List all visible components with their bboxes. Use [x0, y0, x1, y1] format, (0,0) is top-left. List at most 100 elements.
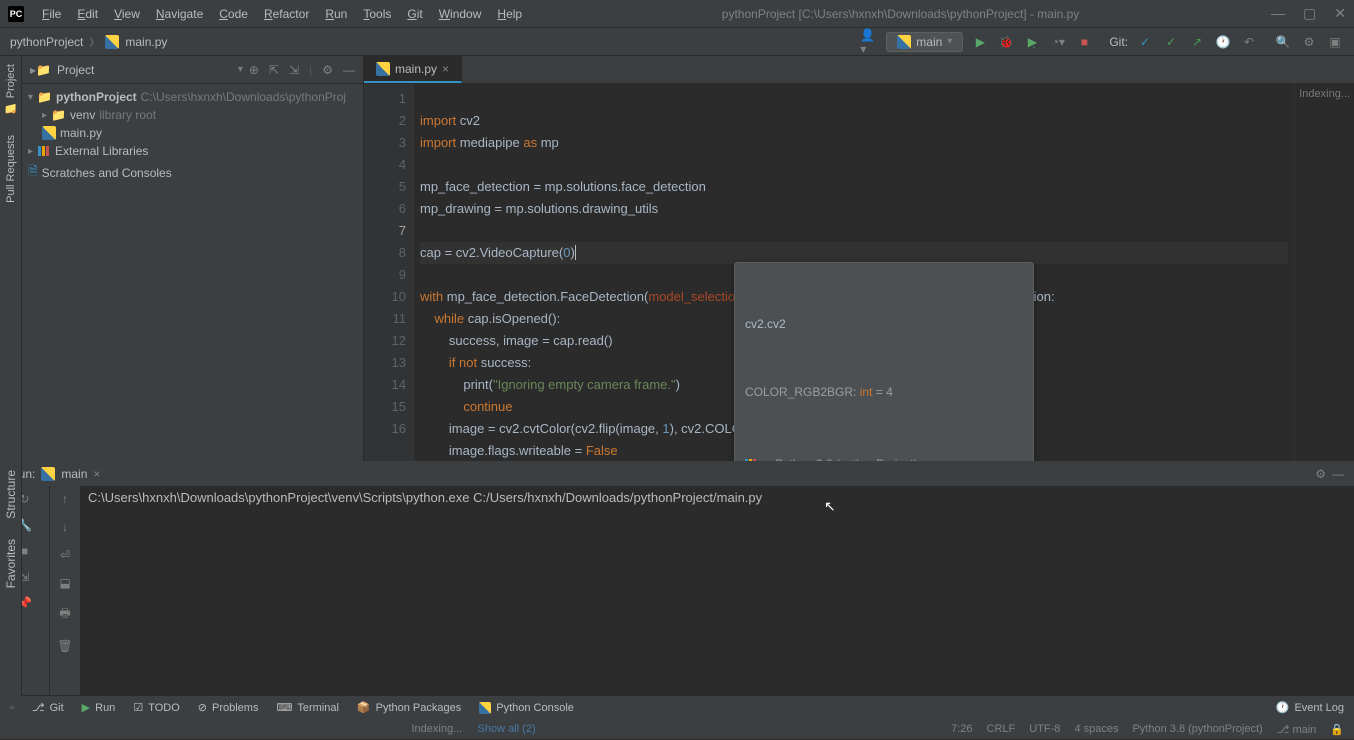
stop-button[interactable]: ■ — [1075, 33, 1093, 51]
chevron-down-icon: ▾ — [947, 36, 952, 47]
file-label: main.py — [60, 126, 102, 140]
panel-title: Project — [57, 63, 232, 77]
python-file-icon — [42, 126, 56, 140]
menu-git[interactable]: Git — [399, 7, 430, 21]
tab-terminal[interactable]: ⌨Terminal — [276, 701, 338, 714]
close-tab-icon[interactable]: × — [442, 62, 449, 76]
run-button[interactable]: ▶ — [971, 33, 989, 51]
menu-code[interactable]: Code — [211, 7, 256, 21]
breadcrumb-file[interactable]: main.py — [125, 35, 167, 49]
tool-window-icon[interactable]: ▫ — [10, 702, 14, 714]
code-editor[interactable]: import cv2 import mediapipe as mp mp_fac… — [414, 84, 1294, 461]
tab-todo[interactable]: ☑TODO — [133, 701, 179, 714]
lock-icon[interactable]: 🔒 — [1330, 723, 1344, 736]
gear-icon[interactable]: ⚙ — [1315, 467, 1326, 481]
status-line-ending[interactable]: CRLF — [987, 723, 1016, 735]
tab-event-log[interactable]: 🕐Event Log — [1276, 701, 1344, 714]
scroll-icon[interactable]: ⬓ — [59, 576, 70, 590]
wrap-icon[interactable]: ⏎ — [60, 548, 70, 562]
app-icon: PC — [8, 6, 24, 22]
expand-icon[interactable]: ⇱ — [269, 63, 279, 77]
breadcrumb-project[interactable]: pythonProject — [10, 35, 83, 49]
tab-python-console[interactable]: Python Console — [479, 702, 574, 714]
status-encoding[interactable]: UTF-8 — [1029, 723, 1060, 735]
show-all-link[interactable]: Show all (2) — [478, 723, 536, 735]
venv-note: library root — [99, 108, 156, 122]
menu-help[interactable]: Help — [489, 7, 530, 21]
run-output[interactable]: C:\Users\hxnxh\Downloads\pythonProject\v… — [80, 486, 1354, 695]
tree-venv[interactable]: ▸📁 venv library root — [22, 106, 363, 124]
tree-root[interactable]: ▾📁 pythonProject C:\Users\hxnxh\Download… — [22, 88, 363, 106]
git-commit-icon[interactable]: ✓ — [1162, 33, 1180, 51]
hide-icon[interactable]: — — [1332, 467, 1344, 481]
status-indexing: Indexing... — [411, 723, 462, 735]
settings-icon[interactable]: ⚙ — [1300, 33, 1318, 51]
collapse-icon[interactable]: ⇲ — [289, 63, 299, 77]
left-tool-sidebar: 📁Project Pull Requests — [0, 56, 22, 461]
line-gutter[interactable]: 1 2 3 4 5 6 7 8 9 10 11 12 13 14 15 16 — [364, 84, 414, 461]
coverage-button[interactable]: ▶̣ — [1023, 33, 1041, 51]
status-branch[interactable]: ⎇ main — [1277, 723, 1317, 736]
tab-project[interactable]: 📁Project — [4, 64, 18, 115]
run-configuration-dropdown[interactable]: main ▾ — [886, 32, 963, 52]
down-icon[interactable]: ↓ — [62, 520, 68, 534]
tab-pull-requests[interactable]: Pull Requests — [5, 135, 17, 203]
trash-icon[interactable]: 🗑 — [57, 639, 72, 653]
venv-label: venv — [70, 108, 95, 122]
menu-file[interactable]: File — [34, 7, 69, 21]
menu-refactor[interactable]: Refactor — [256, 7, 317, 21]
git-history-icon[interactable]: 🕐 — [1214, 33, 1232, 51]
gear-icon[interactable]: ⚙ — [322, 63, 333, 77]
hide-icon[interactable]: — — [343, 63, 355, 77]
close-tab-icon[interactable]: × — [93, 467, 100, 481]
search-icon[interactable]: 🔍 — [1274, 33, 1292, 51]
python-icon — [41, 467, 55, 481]
menu-navigate[interactable]: Navigate — [148, 7, 211, 21]
status-bar: Indexing... Show all (2) 7:26 CRLF UTF-8… — [0, 719, 1354, 739]
scratch-icon: 🗎 — [28, 162, 38, 183]
git-push-icon[interactable]: ↗ — [1188, 33, 1206, 51]
print-icon[interactable]: 🖶 — [59, 604, 70, 625]
menu-run[interactable]: Run — [317, 7, 355, 21]
tab-favorites[interactable]: Favorites — [4, 539, 18, 588]
profiler-button[interactable]: ◔▾ — [1049, 33, 1067, 51]
tree-external-libs[interactable]: ▸ External Libraries — [22, 142, 363, 160]
status-interpreter[interactable]: Python 3.8 (pythonProject) — [1132, 723, 1262, 735]
tree-scratches[interactable]: 🗎 Scratches and Consoles — [22, 160, 363, 185]
menu-tools[interactable]: Tools — [355, 7, 399, 21]
status-indent[interactable]: 4 spaces — [1074, 723, 1118, 735]
maximize-icon[interactable]: ▢ — [1303, 5, 1316, 22]
tab-python-packages[interactable]: 📦Python Packages — [357, 701, 461, 714]
python-icon — [897, 35, 911, 49]
chevron-down-icon[interactable]: ▾ — [238, 64, 243, 75]
menu-view[interactable]: View — [106, 7, 148, 21]
status-position[interactable]: 7:26 — [951, 723, 972, 735]
project-settings-icon[interactable]: ▣ — [1326, 33, 1344, 51]
tab-run[interactable]: ▶Run — [82, 701, 116, 714]
run-panel: Run: main × ⚙ — ↻ 🔧 ■ ⇲ 📌 ↑ ↓ ⏎ ⬓ 🖶 🗑 C:… — [0, 461, 1354, 695]
tooltip-module: cv2.cv2 — [745, 313, 1023, 335]
menu-window[interactable]: Window — [431, 7, 490, 21]
scratches-label: Scratches and Consoles — [42, 166, 172, 180]
menu-edit[interactable]: Edit — [69, 7, 106, 21]
close-icon[interactable]: ✕ — [1334, 5, 1346, 22]
target-icon[interactable]: ⊕ — [249, 63, 259, 77]
up-icon[interactable]: ↑ — [62, 492, 68, 506]
library-icon — [745, 458, 759, 461]
bottom-toolbar: ▫ ⎇Git ▶Run ☑TODO ⊘Problems ⌨Terminal 📦P… — [0, 695, 1354, 719]
tab-git[interactable]: ⎇Git — [32, 701, 64, 714]
user-icon[interactable]: 👤▾ — [860, 33, 878, 51]
git-rollback-icon[interactable]: ↶ — [1240, 33, 1258, 51]
tab-label: main.py — [395, 62, 437, 76]
titlebar: PC File Edit View Navigate Code Refactor… — [0, 0, 1354, 28]
python-file-icon — [105, 35, 119, 49]
run-name: main — [61, 467, 87, 481]
tree-mainpy[interactable]: main.py — [22, 124, 363, 142]
debug-button[interactable]: 🐞 — [997, 33, 1015, 51]
tab-structure[interactable]: Structure — [4, 470, 18, 519]
git-update-icon[interactable]: ✓ — [1136, 33, 1154, 51]
minimize-icon[interactable]: — — [1271, 5, 1285, 22]
tab-problems[interactable]: ⊘Problems — [198, 701, 259, 714]
root-path: C:\Users\hxnxh\Downloads\pythonProj — [141, 90, 346, 104]
editor-tab-main[interactable]: main.py × — [364, 56, 462, 83]
